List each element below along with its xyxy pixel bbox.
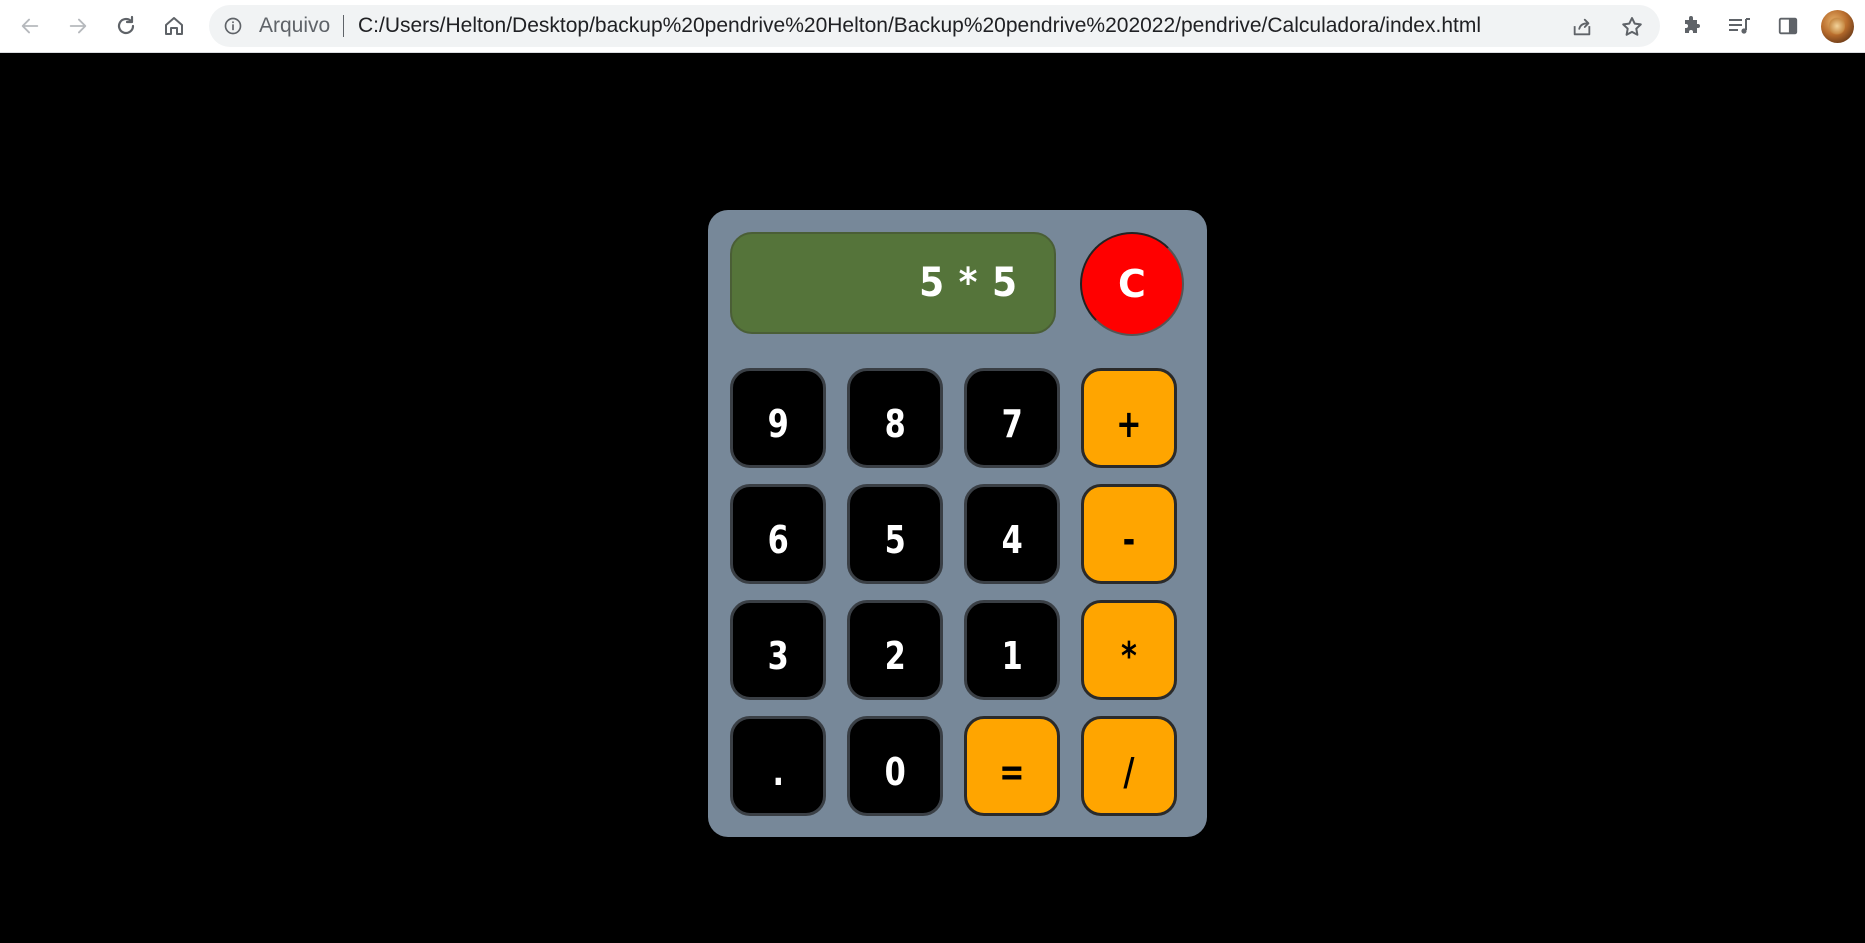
calculator-display: 5 * 5: [730, 232, 1056, 334]
forward-button[interactable]: [60, 8, 96, 44]
url-text[interactable]: C:/Users/Helton/Desktop/backup%20pendriv…: [358, 5, 1481, 47]
extensions-puzzle-icon: [1685, 16, 1700, 33]
key-equals[interactable]: =: [964, 716, 1060, 816]
home-icon: [165, 17, 183, 35]
side-panel-icon: [1778, 17, 1798, 35]
reload-icon: [117, 15, 135, 35]
browser-toolbar: Arquivo C:/Users/Helton/Desktop/backup%2…: [0, 0, 1865, 53]
info-icon[interactable]: [223, 16, 243, 36]
profile-avatar[interactable]: [1821, 10, 1854, 43]
address-bar[interactable]: Arquivo C:/Users/Helton/Desktop/backup%2…: [209, 5, 1660, 47]
key-9[interactable]: 9: [730, 368, 826, 468]
key-2[interactable]: 2: [847, 600, 943, 700]
calculator: 5 * 5 C 9 8 7 + 6 5 4 - 3 2 1 * . 0 = /: [708, 210, 1207, 837]
key-5[interactable]: 5: [847, 484, 943, 584]
star-icon[interactable]: [1620, 15, 1644, 39]
back-arrow-icon: [21, 18, 39, 34]
reload-button[interactable]: [108, 8, 144, 44]
key-divide[interactable]: /: [1081, 716, 1177, 816]
key-8[interactable]: 8: [847, 368, 943, 468]
key-multiply[interactable]: *: [1081, 600, 1177, 700]
key-4[interactable]: 4: [964, 484, 1060, 584]
back-button[interactable]: [12, 8, 48, 44]
key-add[interactable]: +: [1081, 368, 1177, 468]
key-decimal[interactable]: .: [730, 716, 826, 816]
display-value: 5 * 5: [919, 260, 1018, 306]
key-0[interactable]: 0: [847, 716, 943, 816]
extensions-button[interactable]: [1674, 8, 1710, 44]
key-3[interactable]: 3: [730, 600, 826, 700]
side-panel-button[interactable]: [1770, 8, 1806, 44]
key-7[interactable]: 7: [964, 368, 1060, 468]
clear-button[interactable]: C: [1080, 232, 1184, 336]
key-6[interactable]: 6: [730, 484, 826, 584]
home-button[interactable]: [156, 8, 192, 44]
security-chip[interactable]: Arquivo: [259, 5, 330, 47]
key-subtract[interactable]: -: [1081, 484, 1177, 584]
key-1[interactable]: 1: [964, 600, 1060, 700]
share-icon[interactable]: [1571, 16, 1593, 38]
media-control-button[interactable]: [1722, 8, 1758, 44]
forward-arrow-icon: [69, 18, 87, 34]
media-queue-icon: [1729, 18, 1750, 34]
omnibox-divider: [343, 15, 344, 37]
